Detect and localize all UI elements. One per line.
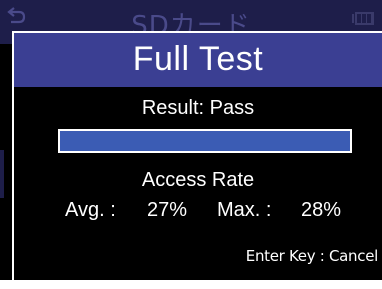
battery-icon [352,12,374,25]
test-progress-fill [60,131,350,151]
max-label: Max. : [217,199,272,221]
background-list-highlight [0,150,4,198]
access-rate-label: Access Rate [141,169,255,191]
test-progress-bar [58,129,352,153]
device-screen: SDカード Full Test Result: Pass Access Rate… [0,0,382,280]
avg-value: 27% [147,199,188,221]
cancel-hint: Enter Key : Cancel [245,247,379,265]
full-test-dialog: Full Test Result: Pass Access Rate Avg. … [12,31,382,280]
max-value: 28% [301,199,342,221]
test-result: Result: Pass [141,97,255,119]
dialog-title: Full Test [132,40,264,78]
dialog-title-bar: Full Test [14,33,382,87]
avg-label: Avg. : [65,199,116,221]
